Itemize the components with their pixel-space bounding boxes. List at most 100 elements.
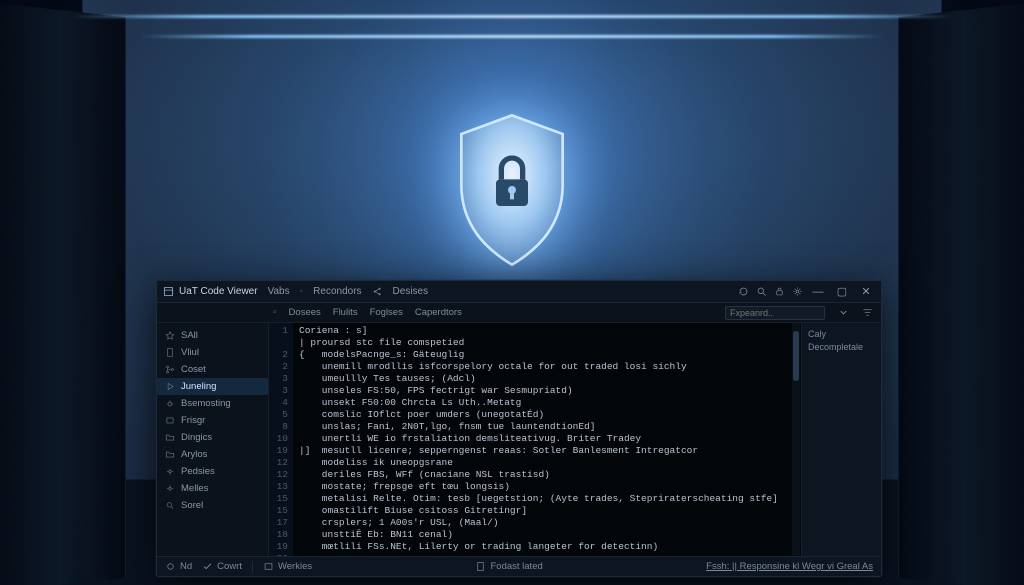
line-number: 19 bbox=[269, 541, 288, 553]
code-line[interactable]: { modelsPacnge_s: Gäteuglig bbox=[299, 349, 795, 361]
sidebar-item-vliul[interactable]: Vliul bbox=[157, 344, 268, 361]
titlebar: UaT Code Viewer Vabs ◦ Recondors Desises… bbox=[157, 281, 881, 303]
line-number: 2 bbox=[269, 349, 288, 361]
menu-share-icon[interactable] bbox=[372, 286, 383, 297]
line-number: 17 bbox=[269, 517, 288, 529]
line-number: 19 bbox=[269, 445, 288, 457]
code-line[interactable]: modeliss ik uneopgsrane bbox=[299, 457, 795, 469]
box-icon bbox=[263, 561, 274, 572]
sidebar-item-melles[interactable]: Melles bbox=[157, 480, 268, 497]
sidebar: SAll Vliul CosetJuneling Bsemosting Frisgr Di… bbox=[157, 323, 269, 556]
line-number: 10 bbox=[269, 433, 288, 445]
sidebar-item-arylos[interactable]: Arylos bbox=[157, 446, 268, 463]
code-line[interactable]: comslic IOflct poer umders (unegotatÉd) bbox=[299, 409, 795, 421]
sidebar-item-sorel[interactable]: Sorel bbox=[157, 497, 268, 514]
code-line[interactable]: unseles FS:50, FPS fectrigt war Sesmupri… bbox=[299, 385, 795, 397]
line-number: 18 bbox=[269, 529, 288, 541]
line-number bbox=[269, 337, 288, 349]
titlebar-search-icon[interactable] bbox=[755, 286, 767, 298]
statusbar: Nd Cowrt Werkies Fodast lated Fssh: || R… bbox=[157, 556, 881, 576]
sidebar-item-pedsies[interactable]: Pedsies bbox=[157, 463, 268, 480]
line-number: 1 bbox=[269, 325, 288, 337]
sidebar-item-sall[interactable]: SAll bbox=[157, 327, 268, 344]
subbar-caperdtors[interactable]: Caperdtors bbox=[415, 307, 462, 318]
window-close[interactable]: ✕ bbox=[857, 285, 875, 298]
code-line[interactable]: unslas; Fani, 2N0T,lgo, fnsm tue launten… bbox=[299, 421, 795, 433]
server-rack-right bbox=[898, 2, 1024, 585]
sidebar-item-frisgr[interactable]: Frisgr bbox=[157, 412, 268, 429]
menu-vabs[interactable]: Vabs bbox=[268, 286, 290, 297]
line-number: 15 bbox=[269, 493, 288, 505]
rightpanel-caly[interactable]: Caly bbox=[808, 329, 875, 339]
code-line[interactable]: unsekt F50:00 Chrcta Ls Uth..Metatg bbox=[299, 397, 795, 409]
subbar-flulits[interactable]: Flulits bbox=[333, 307, 358, 318]
code-line[interactable]: unsttiĒ Eb: BN11 cenal) bbox=[299, 529, 795, 541]
code-line[interactable]: deriles FBS, WFf (cnaciane NSL trastisd) bbox=[299, 469, 795, 481]
status-cowrt[interactable]: Cowrt bbox=[202, 561, 242, 572]
titlebar-settings-icon[interactable] bbox=[791, 286, 803, 298]
code-line[interactable]: unertli WE io frstaliation demsliteativu… bbox=[299, 433, 795, 445]
sidebar-item-bsemosting[interactable]: Bsemosting bbox=[157, 395, 268, 412]
doc-icon bbox=[165, 348, 175, 358]
sidebar-item-juneling[interactable]: Juneling bbox=[157, 378, 268, 395]
subbar-foglses[interactable]: Foglses bbox=[370, 307, 403, 318]
star-icon bbox=[165, 331, 175, 341]
code-line[interactable]: mœtlili FSs.NEt, Lilerty or trading lang… bbox=[299, 541, 795, 553]
sidebar-item-label: Bsemosting bbox=[181, 398, 231, 409]
menu-desises[interactable]: Desises bbox=[393, 286, 429, 297]
sidebar-item-coset[interactable]: Coset bbox=[157, 361, 268, 378]
subbar-filter-icon[interactable] bbox=[861, 307, 873, 319]
code-line[interactable]: crsplers; 1 A00s'r USL, (Maal/) bbox=[299, 517, 795, 529]
line-number: 3 bbox=[269, 385, 288, 397]
status-right[interactable]: Fssh: || Responsine kl Wegr vi Greal As bbox=[706, 561, 873, 572]
subbar-dosees[interactable]: Dosees bbox=[289, 307, 321, 318]
sidebar-item-label: Melles bbox=[181, 483, 208, 494]
search-input[interactable] bbox=[725, 306, 825, 320]
titlebar-refresh-icon[interactable] bbox=[737, 286, 749, 298]
menu-separator: ◦ bbox=[300, 286, 304, 297]
window-maximize[interactable]: ▢ bbox=[833, 285, 851, 298]
editor-scrollbar[interactable] bbox=[792, 323, 800, 556]
subbar: ▫ Dosees Flulits Foglses Caperdtors bbox=[157, 303, 881, 323]
status-nd[interactable]: Nd bbox=[165, 561, 192, 572]
line-number: 12 bbox=[269, 469, 288, 481]
code-line[interactable]: Coriena : s] bbox=[299, 325, 795, 337]
code-line[interactable]: metalisi Relte. Otim: tesb [uegetstion; … bbox=[299, 493, 795, 505]
scroll-thumb[interactable] bbox=[793, 331, 799, 381]
code-editor[interactable]: 1223345810191212131515171819282223202929… bbox=[269, 323, 801, 556]
sidebar-item-label: Frisgr bbox=[181, 415, 205, 426]
folder-icon bbox=[165, 433, 175, 443]
code-line[interactable]: |] mesutll licenre; sepperngenst reaas: … bbox=[299, 445, 795, 457]
line-number-gutter: 1223345810191212131515171819282223202929… bbox=[269, 323, 293, 556]
ceiling-light-1 bbox=[70, 15, 954, 18]
code-line[interactable]: mostate; frepsge eft tœu longsis) bbox=[299, 481, 795, 493]
rightpanel-decompletale[interactable]: Decompletale bbox=[808, 342, 875, 352]
window-minimize[interactable]: — bbox=[809, 286, 827, 298]
line-number: 5 bbox=[269, 409, 288, 421]
window-title: UaT Code Viewer bbox=[163, 286, 258, 297]
sidebar-item-label: Pedsies bbox=[181, 466, 215, 477]
code-line[interactable]: unemill mrodllis isfcorspelory octale fo… bbox=[299, 361, 795, 373]
shield-lock-icon bbox=[442, 110, 582, 270]
code-content[interactable]: Coriena : s]| proursd stc file comspetie… bbox=[293, 323, 801, 556]
subbar-expand-icon[interactable] bbox=[837, 307, 849, 319]
code-line[interactable]: omastilift Biuse csitoss Gitretingr] bbox=[299, 505, 795, 517]
code-line[interactable]: | proursd stc file comspetied bbox=[299, 337, 795, 349]
sidebar-item-dingics[interactable]: Dingics bbox=[157, 429, 268, 446]
status-center[interactable]: Fodast lated bbox=[475, 561, 542, 572]
sidebar-item-label: SAll bbox=[181, 330, 198, 341]
line-number: 15 bbox=[269, 505, 288, 517]
code-line[interactable]: umeullly Tes tauses; (Adcl) bbox=[299, 373, 795, 385]
branch-icon bbox=[165, 365, 175, 375]
line-number: 4 bbox=[269, 397, 288, 409]
line-number: 3 bbox=[269, 373, 288, 385]
status-divider bbox=[252, 561, 253, 573]
line-number: 13 bbox=[269, 481, 288, 493]
menu-recondors[interactable]: Recondors bbox=[313, 286, 361, 297]
titlebar-lock-icon[interactable] bbox=[773, 286, 785, 298]
app-icon bbox=[163, 286, 174, 297]
sidebar-item-label: Dingics bbox=[181, 432, 212, 443]
status-werkies[interactable]: Werkies bbox=[263, 561, 312, 572]
code-viewer-window: UaT Code Viewer Vabs ◦ Recondors Desises… bbox=[156, 280, 882, 577]
sidebar-item-label: Vliul bbox=[181, 347, 199, 358]
